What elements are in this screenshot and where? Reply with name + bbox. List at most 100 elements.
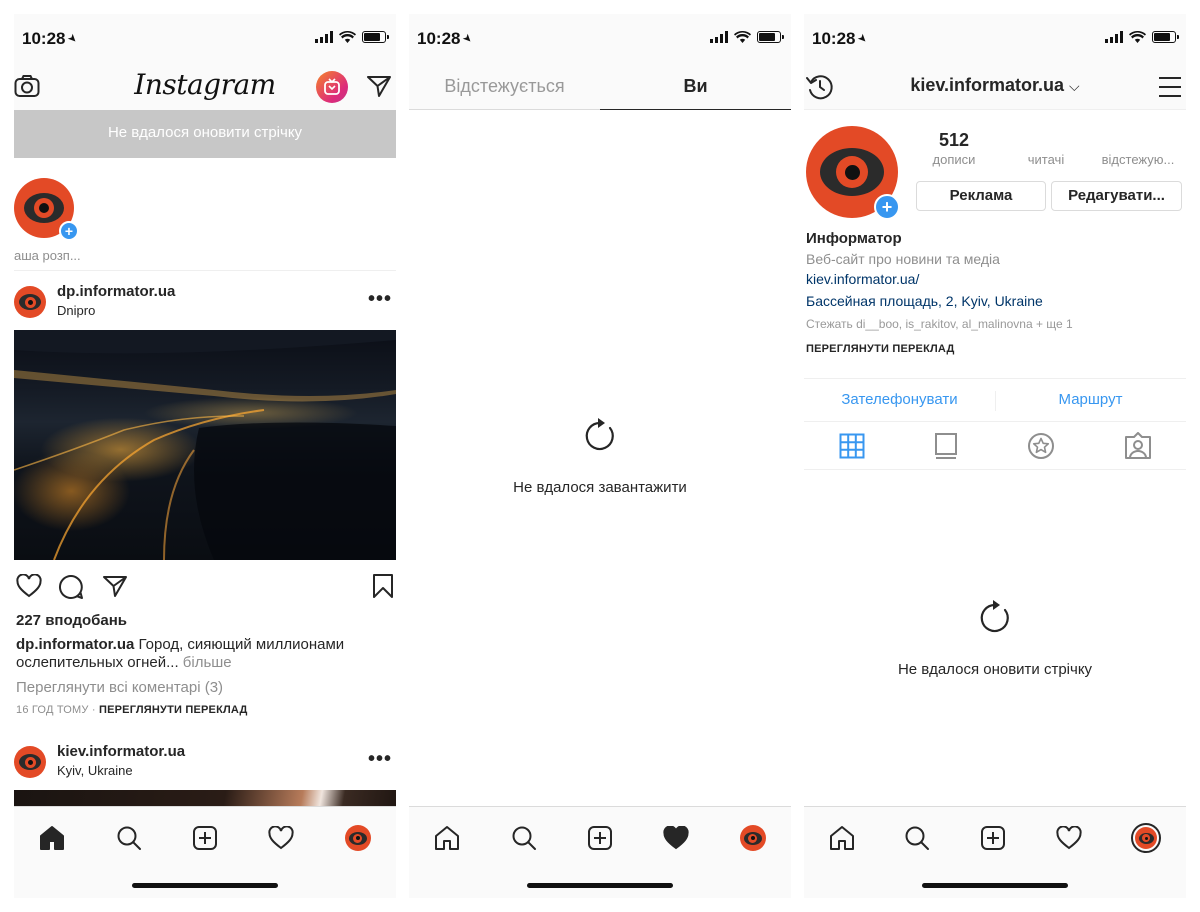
profile-avatar: + xyxy=(14,178,79,241)
website-link[interactable]: kiev.informator.ua/ xyxy=(806,271,1180,287)
post-location[interactable]: Dnipro xyxy=(57,303,95,318)
full-name: Информатор xyxy=(806,230,902,247)
status-time: 10:28➤ xyxy=(22,29,81,48)
location-arrow-icon: ➤ xyxy=(855,31,871,47)
heart-filled-icon[interactable] xyxy=(663,826,689,850)
translate-link[interactable]: ПЕРЕГЛЯНУТИ ПЕРЕКЛАД xyxy=(99,704,248,716)
posts-count: 512 xyxy=(938,130,970,150)
post-avatar[interactable] xyxy=(14,746,46,778)
refresh-icon[interactable] xyxy=(580,416,620,456)
menu-icon[interactable] xyxy=(1158,76,1182,98)
tagged-icon[interactable] xyxy=(1124,431,1152,460)
profile-tabs xyxy=(804,422,1186,470)
profile-avatar[interactable] xyxy=(739,825,766,851)
search-icon[interactable] xyxy=(116,825,142,851)
battery-icon xyxy=(757,31,784,43)
promote-button[interactable]: Реклама xyxy=(916,181,1046,211)
battery-icon xyxy=(1152,31,1179,43)
refresh-icon[interactable] xyxy=(975,598,1015,638)
status-time: 10:28➤ xyxy=(812,29,871,48)
direct-icon[interactable] xyxy=(366,74,392,98)
status-time: 10:28➤ xyxy=(417,29,476,48)
heart-icon[interactable] xyxy=(16,574,42,598)
search-icon[interactable] xyxy=(511,825,537,851)
signal-icon xyxy=(710,31,728,43)
more-options-icon[interactable]: ••• xyxy=(368,288,392,311)
account-switcher[interactable]: kiev.informator.ua ⌵ xyxy=(804,75,1186,96)
home-indicator xyxy=(527,883,673,888)
caption-more-link[interactable]: більше xyxy=(179,654,232,671)
comment-icon[interactable] xyxy=(58,574,84,600)
caption-username[interactable]: dp.informator.ua xyxy=(16,636,134,653)
post-location[interactable]: Kyiv, Ukraine xyxy=(57,763,133,778)
tab-following[interactable]: Відстежується xyxy=(409,64,600,110)
category: Веб-сайт про новини та медіа xyxy=(806,251,1000,267)
list-icon[interactable] xyxy=(934,432,958,460)
location-arrow-icon: ➤ xyxy=(65,31,81,47)
home-icon[interactable] xyxy=(434,825,460,851)
heart-icon[interactable] xyxy=(1055,826,1082,850)
followed-by[interactable]: Стежать di__boo, is_rakitov, al_malinovn… xyxy=(806,317,1180,331)
feed-error: Не вдалося оновити стрічку xyxy=(804,598,1186,678)
post-caption: dp.informator.ua Город, сияющий миллиона… xyxy=(16,636,386,672)
wifi-icon xyxy=(1129,31,1146,43)
meta-separator: · xyxy=(88,704,99,716)
igtv-icon[interactable] xyxy=(316,71,348,103)
bookmark-icon[interactable] xyxy=(372,573,394,599)
home-icon[interactable] xyxy=(39,825,65,851)
add-icon[interactable] xyxy=(587,825,613,851)
status-icons xyxy=(710,31,784,43)
story-label: аша розп... xyxy=(14,248,81,263)
profile-avatar-large[interactable]: + xyxy=(806,126,900,220)
address-link[interactable]: Бассейная площадь, 2, Kyiv, Ukraine xyxy=(806,293,1180,309)
post-photo[interactable] xyxy=(14,330,396,560)
post-header: dp.informator.ua Dnipro ••• xyxy=(14,276,396,330)
status-bar: 10:28➤ xyxy=(409,14,791,64)
directions-button[interactable]: Маршрут xyxy=(995,391,1186,408)
bottom-nav xyxy=(409,806,791,898)
profile-header: kiev.informator.ua ⌵ xyxy=(804,64,1186,110)
followers-stat[interactable]: читачі xyxy=(1006,130,1086,167)
bottom-nav xyxy=(14,806,396,898)
chevron-down-icon: ⌵ xyxy=(1069,78,1080,94)
profile-avatar[interactable] xyxy=(344,825,371,851)
feed-screen: 10:28➤ Instagram Не вдалося оновити стрі… xyxy=(14,14,396,898)
edit-profile-button[interactable]: Редагувати... xyxy=(1051,181,1182,211)
heart-icon[interactable] xyxy=(268,826,294,850)
more-options-icon[interactable]: ••• xyxy=(368,748,392,771)
share-icon[interactable] xyxy=(102,574,128,598)
following-stat[interactable]: відстежую... xyxy=(1090,130,1186,167)
post-username[interactable]: kiev.informator.ua xyxy=(57,743,185,760)
followers-label: читачі xyxy=(1027,152,1065,167)
home-icon[interactable] xyxy=(829,825,855,851)
post-avatar[interactable] xyxy=(14,286,46,318)
likes-count[interactable]: 227 вподобань xyxy=(16,612,127,629)
contact-bar: Зателефонувати Маршрут xyxy=(804,378,1186,422)
add-icon[interactable] xyxy=(192,825,218,851)
post-username[interactable]: dp.informator.ua xyxy=(57,283,175,300)
bottom-nav xyxy=(804,806,1186,898)
battery-icon xyxy=(362,31,389,43)
add-icon[interactable] xyxy=(980,825,1006,851)
call-button[interactable]: Зателефонувати xyxy=(804,391,995,408)
view-comments-link[interactable]: Переглянути всі коментарі (3) xyxy=(16,679,223,696)
refresh-error-banner: Не вдалося оновити стрічку xyxy=(14,110,396,158)
feed-header: Instagram xyxy=(14,64,396,110)
add-story-icon[interactable]: + xyxy=(874,194,900,220)
location-arrow-icon: ➤ xyxy=(460,31,476,47)
stories-tray: + аша розп... xyxy=(14,158,396,271)
grid-icon[interactable] xyxy=(839,433,865,459)
your-story[interactable]: + xyxy=(14,178,79,241)
tab-you[interactable]: Ви xyxy=(600,64,791,110)
post-header-2: kiev.informator.ua Kyiv, Ukraine ••• xyxy=(14,736,396,790)
saved-star-icon[interactable] xyxy=(1027,432,1055,460)
profile-stats: 512 дописи читачі відстежую... xyxy=(914,130,1186,174)
translate-link[interactable]: ПЕРЕГЛЯНУТИ ПЕРЕКЛАД xyxy=(806,343,1180,355)
search-icon[interactable] xyxy=(904,825,930,851)
status-icons xyxy=(315,31,389,43)
profile-avatar[interactable] xyxy=(1131,823,1162,853)
posts-stat[interactable]: 512 дописи xyxy=(914,130,994,167)
load-error: Не вдалося завантажити xyxy=(409,416,791,496)
error-message: Не вдалося оновити стрічку xyxy=(897,661,1093,678)
home-indicator xyxy=(922,883,1068,888)
